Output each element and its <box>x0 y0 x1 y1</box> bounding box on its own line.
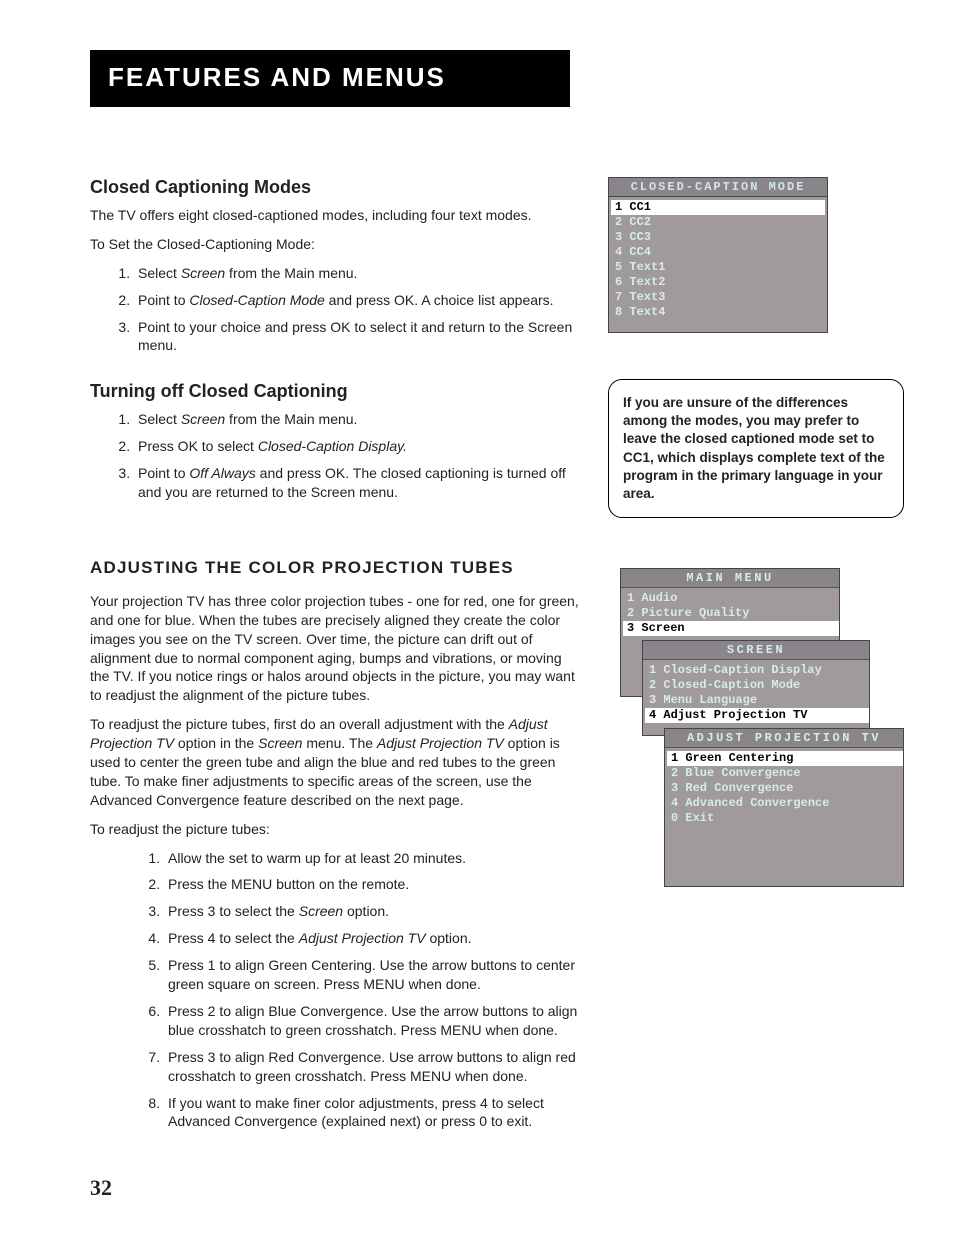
list-item: If you want to make finer color adjustme… <box>164 1094 580 1132</box>
adjust-menu-row: 2 Blue Convergence <box>671 766 899 781</box>
cc-menu-row: 2 CC2 <box>615 215 821 230</box>
list-item: Press OK to select Closed-Caption Displa… <box>134 437 580 456</box>
adjust-p2: To readjust the picture tubes, first do … <box>90 715 580 809</box>
list-item: Point to Closed-Caption Mode and press O… <box>134 291 580 310</box>
list-item: Press the MENU button on the remote. <box>164 875 580 894</box>
page-number: 32 <box>90 1175 112 1201</box>
screen-menu-title: SCREEN <box>643 641 869 660</box>
cc-mode-menu: CLOSED-CAPTION MODE 1 CC1 2 CC2 3 CC3 4 … <box>608 177 828 333</box>
list-item: Press 1 to align Green Centering. Use th… <box>164 956 580 994</box>
cc-menu-title: CLOSED-CAPTION MODE <box>608 177 828 197</box>
list-item: Point to your choice and press OK to sel… <box>134 318 580 356</box>
cc-modes-steps: Select Screen from the Main menu. Point … <box>90 264 580 356</box>
cc-menu-row: 3 CC3 <box>615 230 821 245</box>
cc-menu-row-selected: 1 CC1 <box>611 200 825 215</box>
adjust-lead: To readjust the picture tubes: <box>90 820 580 839</box>
heading-cc-modes: Closed Captioning Modes <box>90 177 580 198</box>
adjust-p1: Your projection TV has three color proje… <box>90 592 580 705</box>
main-menu-row: 2 Picture Quality <box>627 606 835 621</box>
cc-modes-intro: The TV offers eight closed-captioned mod… <box>90 206 580 225</box>
body-column: Closed Captioning Modes The TV offers ei… <box>90 177 580 1139</box>
nested-menu-diagram: MAIN MENU 1 Audio 2 Picture Quality 3 Sc… <box>608 568 904 908</box>
cc-menu-row: 8 Text4 <box>615 305 821 320</box>
page-header: Features and Menus <box>90 50 570 107</box>
adjust-menu-row-selected: 1 Green Centering <box>667 751 903 766</box>
cc-menu-list: 1 CC1 2 CC2 3 CC3 4 CC4 5 Text1 6 Text2 … <box>608 197 828 333</box>
cc-menu-row: 6 Text2 <box>615 275 821 290</box>
heading-cc-off: Turning off Closed Captioning <box>90 381 580 402</box>
list-item: Point to Off Always and press OK. The cl… <box>134 464 580 502</box>
main-menu-title: MAIN MENU <box>621 569 839 588</box>
main-menu-row: 1 Audio <box>627 591 835 606</box>
screen-menu-row-selected: 4 Adjust Projection TV <box>645 708 869 723</box>
cc-menu-row: 5 Text1 <box>615 260 821 275</box>
sidebar-column: CLOSED-CAPTION MODE 1 CC1 2 CC2 3 CC3 4 … <box>608 177 904 1139</box>
adjust-menu-card: ADJUST PROJECTION TV 1 Green Centering 2… <box>664 728 904 887</box>
cc-menu-row: 7 Text3 <box>615 290 821 305</box>
list-item: Press 3 to select the Screen option. <box>164 902 580 921</box>
cc-modes-lead: To Set the Closed-Captioning Mode: <box>90 235 580 254</box>
cc-off-steps: Select Screen from the Main menu. Press … <box>90 410 580 502</box>
screen-menu-card: SCREEN 1 Closed-Caption Display 2 Closed… <box>642 640 870 736</box>
list-item: Press 3 to align Red Convergence. Use ar… <box>164 1048 580 1086</box>
adjust-steps: Allow the set to warm up for at least 20… <box>90 849 580 1132</box>
list-item: Allow the set to warm up for at least 20… <box>164 849 580 868</box>
adjust-menu-row: 3 Red Convergence <box>671 781 899 796</box>
list-item: Select Screen from the Main menu. <box>134 264 580 283</box>
screen-menu-row: 2 Closed-Caption Mode <box>649 678 865 693</box>
cc-menu-row: 4 CC4 <box>615 245 821 260</box>
main-menu-row-selected: 3 Screen <box>623 621 839 636</box>
screen-menu-row: 3 Menu Language <box>649 693 865 708</box>
screen-menu-row: 1 Closed-Caption Display <box>649 663 865 678</box>
list-item: Press 2 to align Blue Convergence. Use t… <box>164 1002 580 1040</box>
adjust-menu-title: ADJUST PROJECTION TV <box>665 729 903 748</box>
list-item: Press 4 to select the Adjust Projection … <box>164 929 580 948</box>
adjust-menu-row: 0 Exit <box>671 811 899 826</box>
adjust-menu-row: 4 Advanced Convergence <box>671 796 899 811</box>
info-callout: If you are unsure of the differences amo… <box>608 379 904 518</box>
heading-adjust-tubes: Adjusting the Color Projection Tubes <box>90 558 580 578</box>
list-item: Select Screen from the Main menu. <box>134 410 580 429</box>
